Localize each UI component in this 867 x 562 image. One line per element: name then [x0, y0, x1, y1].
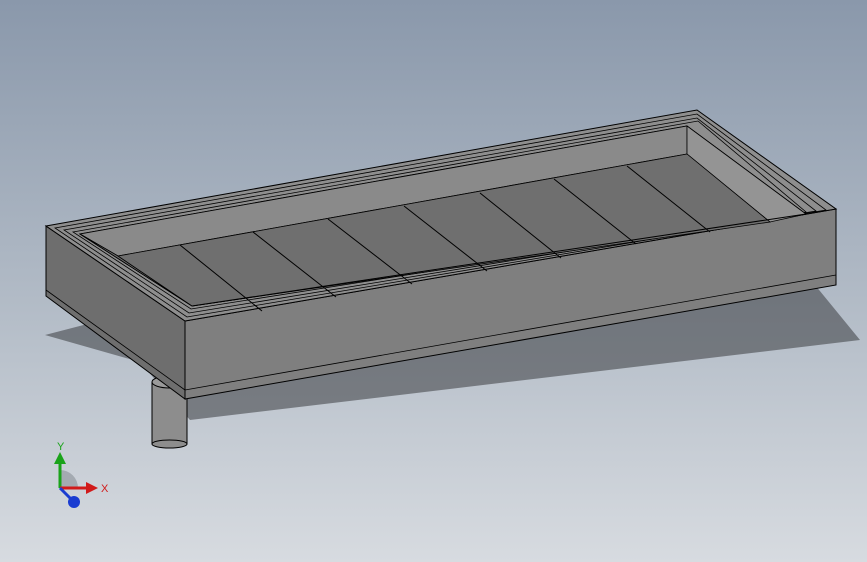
- model-scene[interactable]: [0, 0, 867, 562]
- triad-graphic: Y X: [54, 441, 109, 508]
- coordinate-triad-icon[interactable]: Y X: [40, 440, 120, 520]
- x-axis-arrow: [86, 482, 98, 494]
- triad-sphere-shade: [60, 470, 78, 488]
- support-post-bottom: [151, 439, 188, 449]
- 3d-viewport[interactable]: Y X: [0, 0, 867, 562]
- z-axis-sphere: [68, 496, 80, 508]
- y-axis-label: Y: [57, 441, 65, 453]
- x-axis-label: X: [101, 483, 109, 495]
- y-axis-arrow: [54, 452, 66, 464]
